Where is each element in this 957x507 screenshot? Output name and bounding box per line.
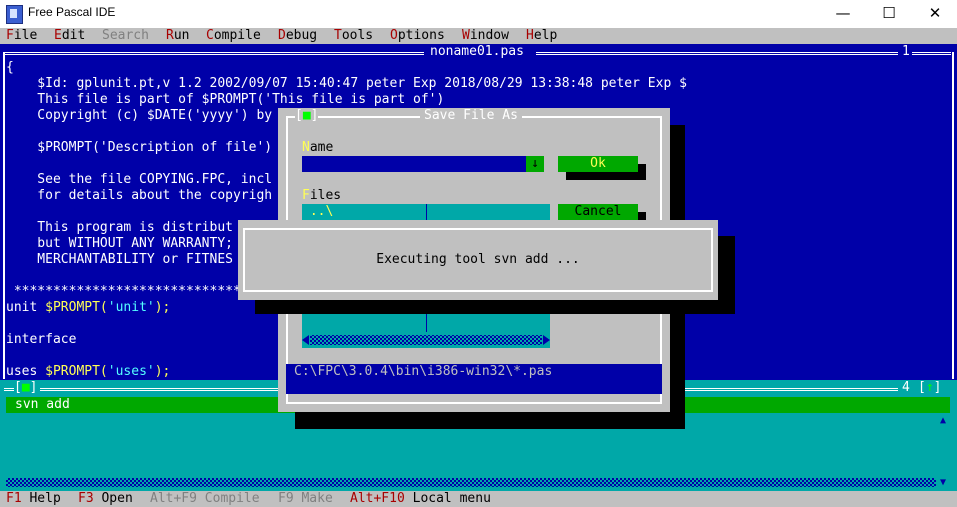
messages-close-button[interactable]: [■] [14,380,37,396]
app-icon [6,5,23,24]
file-list-item[interactable]: ..\ [302,204,426,220]
code-line[interactable]: ***************************** [6,284,241,300]
code-token: { [6,60,14,75]
messages-zoom-button[interactable]: [↑] [918,380,941,396]
code-line[interactable]: This file is part of $PROMPT('This file … [6,92,444,108]
menu-run[interactable]: Run [166,28,189,44]
code-token: ***************************** [6,284,241,299]
code-token: $PROMPT( [45,364,108,379]
message-line[interactable]: svn add [15,397,70,413]
code-line[interactable]: $Id: gplunit.pt,v 1.2 2002/09/07 15:40:4… [6,76,687,92]
code-token: See the file COPYING.FPC, incl [6,172,273,187]
name-input[interactable] [302,156,526,172]
executing-message: Executing tool svn add ... [376,252,580,267]
menu-tools[interactable]: Tools [334,28,373,44]
scroll-up-icon[interactable]: ▲ [940,413,946,429]
code-line[interactable]: interface [6,332,76,348]
code-token: This program is distribut [6,220,233,235]
menu-search[interactable]: Search [102,28,149,44]
code-line[interactable]: unit $PROMPT('unit'); [6,300,170,316]
scroll-down-icon[interactable]: ▼ [940,475,946,491]
files-horizontal-scrollbar[interactable] [302,332,550,348]
close-button[interactable]: ✕ [912,0,957,28]
code-token: uses [6,364,46,379]
history-dropdown-icon[interactable]: ↓ [526,156,544,172]
title-bar: Free Pascal IDE — ☐ ✕ [0,0,957,28]
code-token: ); [154,364,171,379]
editor-window-number: 1 [902,44,910,59]
messages-vertical-scrollbar[interactable]: ▲ ▼ [940,413,951,489]
code-line[interactable]: Copyright (c) $DATE('yyyy') by [6,108,272,124]
menu-debug[interactable]: Debug [278,28,317,44]
code-line[interactable]: { [6,60,14,76]
status-compile[interactable]: Alt+F9 Compile [150,491,260,507]
code-line[interactable]: for details about the copyrigh [6,188,272,204]
save-dialog-title: Save File As [420,108,522,124]
current-path: C:\FPC\3.0.4\bin\i386-win32\*.pas [294,364,553,379]
code-line[interactable]: but WITHOUT ANY WARRANTY; [6,236,233,252]
messages-horizontal-scrollbar[interactable] [6,476,936,489]
code-token: $Id: gplunit.pt,v 1.2 2002/09/07 15:40:4… [6,76,687,91]
code-line[interactable]: See the file COPYING.FPC, incl [6,172,272,188]
status-help[interactable]: F1 Help [6,491,61,507]
menu-edit[interactable]: Edit [54,28,85,44]
code-token: $PROMPT('Description of file') [6,140,273,155]
editor-title: noname01.pas [430,44,524,59]
menu-options[interactable]: Options [390,28,445,44]
code-token: MERCHANTABILITY or FITNES [6,252,233,267]
code-token: but WITHOUT ANY WARRANTY; [6,236,233,251]
code-token: unit [6,300,46,315]
status-make[interactable]: F9 Make [278,491,333,507]
messages-window-number: 4 [902,380,910,395]
menu-compile[interactable]: Compile [206,28,261,44]
status-bar: F1 Help F3 Open Alt+F9 Compile F9 Make A… [0,491,957,507]
maximize-button[interactable]: ☐ [866,0,912,28]
code-token: ); [154,300,171,315]
code-token: This file is part of $PROMPT('This file … [6,92,445,107]
minimize-button[interactable]: — [820,0,866,28]
cancel-button[interactable]: Cancel [558,204,638,220]
code-token: interface [6,332,77,347]
menu-file[interactable]: File [6,28,37,44]
code-token: $PROMPT( [45,300,108,315]
save-dialog-close-button[interactable]: [■] [295,108,319,124]
name-label: Name [302,140,334,155]
menu-help[interactable]: Help [526,28,557,44]
code-line[interactable]: MERCHANTABILITY or FITNES [6,252,233,268]
ok-button[interactable]: Ok [558,156,638,172]
code-token: for details about the copyrigh [6,188,273,203]
code-line[interactable]: uses $PROMPT('uses'); [6,364,170,380]
code-token: 'uses' [107,364,155,379]
files-label: Files [302,188,342,203]
menu-bar: File Edit Search Run Compile Debug Tools… [0,28,957,44]
status-open[interactable]: F3 Open [78,491,133,507]
code-token: 'unit' [107,300,155,315]
code-line[interactable]: $PROMPT('Description of file') [6,140,272,156]
code-line[interactable]: This program is distribut [6,220,233,236]
status-local-menu[interactable]: Alt+F10 Local menu [350,491,491,507]
window-title: Free Pascal IDE [28,5,116,19]
code-token: Copyright (c) $DATE('yyyy') by [6,108,273,123]
menu-window[interactable]: Window [462,28,509,44]
